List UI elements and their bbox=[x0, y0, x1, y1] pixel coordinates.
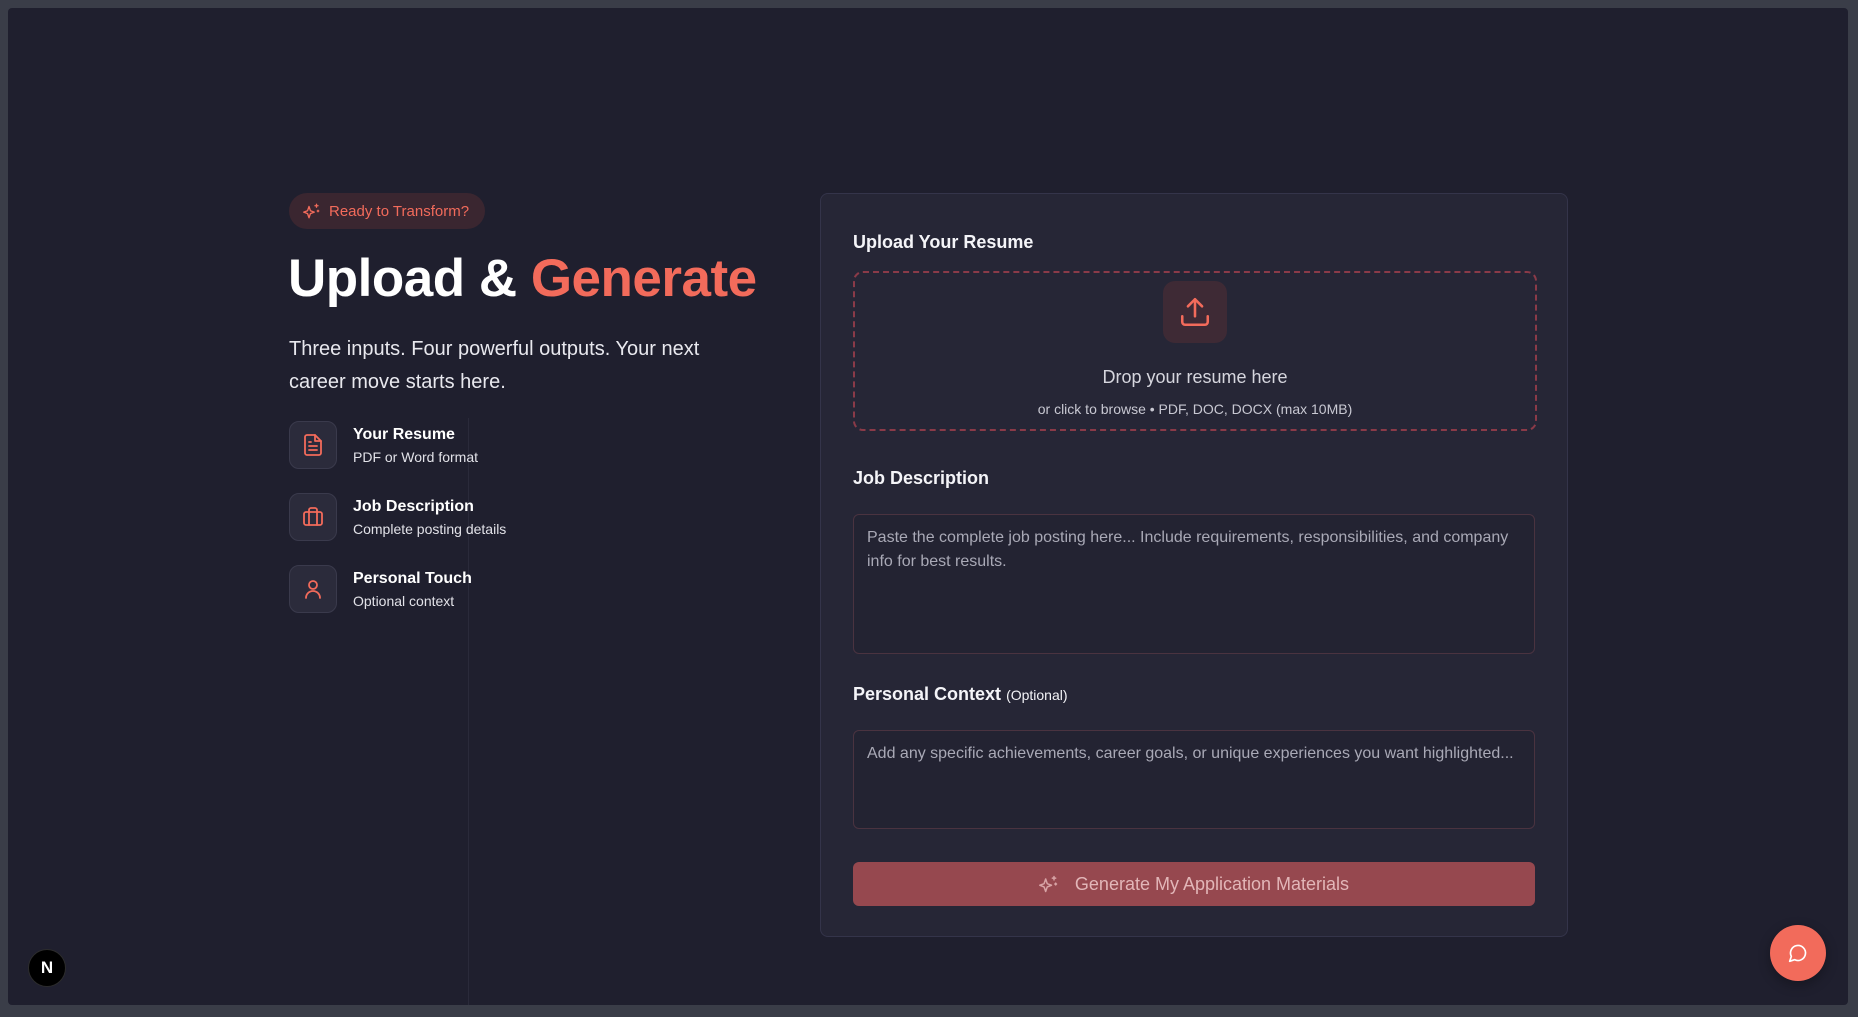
message-circle-icon bbox=[1788, 944, 1807, 963]
title-accent: Generate bbox=[530, 249, 757, 308]
generate-button[interactable]: Generate My Application Materials bbox=[853, 862, 1535, 906]
generate-button-label: Generate My Application Materials bbox=[1074, 873, 1350, 894]
feature-desc: PDF or Word format bbox=[353, 448, 478, 465]
title-main: Upload & bbox=[288, 249, 531, 308]
file-text-icon bbox=[304, 434, 322, 456]
feature-job-description: Job Description Complete posting details bbox=[289, 493, 506, 541]
user-icon bbox=[305, 580, 321, 599]
ready-badge: Ready to Transform? bbox=[289, 193, 486, 229]
upload-icon-box bbox=[1163, 281, 1227, 343]
feature-desc: Complete posting details bbox=[353, 520, 507, 537]
feature-title: Your Resume bbox=[353, 425, 455, 443]
hero-subtitle: Three inputs. Four powerful outputs. You… bbox=[289, 338, 700, 393]
feature-desc: Optional context bbox=[353, 592, 455, 609]
resume-dropzone[interactable]: Drop your resume here or click to browse… bbox=[853, 271, 1537, 431]
feature-resume: Your Resume PDF or Word format bbox=[289, 421, 478, 469]
feature-title: Personal Touch bbox=[353, 569, 472, 587]
sparkles-icon bbox=[1039, 875, 1058, 893]
page-title: Upload & Generate bbox=[288, 248, 757, 309]
personal-context-input[interactable] bbox=[853, 730, 1535, 829]
nextjs-devtools-badge[interactable]: N bbox=[28, 949, 66, 987]
upload-icon bbox=[1180, 297, 1210, 327]
upload-resume-label: Upload Your Resume bbox=[853, 232, 1034, 252]
upload-form-card: Upload Your Resume Drop your resume here… bbox=[820, 193, 1568, 937]
feature-icon-box bbox=[289, 421, 337, 469]
page-viewport: Ready to Transform? Upload & Generate Th… bbox=[8, 8, 1848, 1005]
feature-title: Job Description bbox=[353, 497, 474, 515]
job-description-input[interactable] bbox=[853, 514, 1535, 654]
personal-context-label: Personal Context (Optional) bbox=[853, 684, 1068, 705]
dropzone-subtitle: or click to browse • PDF, DOC, DOCX (max… bbox=[1037, 401, 1353, 417]
job-description-label: Job Description bbox=[853, 468, 990, 488]
personal-context-label-text: Personal Context bbox=[853, 684, 1002, 704]
feature-personal-touch: Personal Touch Optional context bbox=[289, 565, 472, 613]
briefcase-icon bbox=[303, 507, 323, 526]
optional-tag: (Optional) bbox=[1006, 687, 1068, 703]
dropzone-title: Drop your resume here bbox=[1102, 367, 1288, 387]
feature-icon-box bbox=[289, 493, 337, 541]
sparkles-icon bbox=[303, 203, 320, 219]
feature-icon-box bbox=[289, 565, 337, 613]
badge-label: Ready to Transform? bbox=[329, 202, 470, 220]
chat-button[interactable] bbox=[1770, 925, 1826, 981]
